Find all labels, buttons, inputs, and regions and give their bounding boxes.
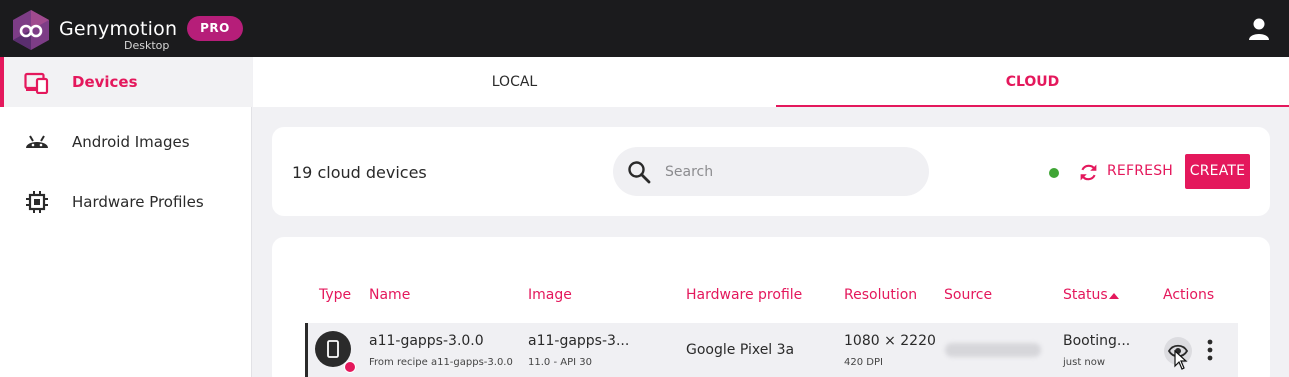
device-status: Booting... [1063, 333, 1131, 349]
brand-subtitle: Desktop [124, 39, 170, 52]
device-dpi: 420 DPI [844, 357, 883, 368]
column-header-status[interactable]: Status [1063, 287, 1108, 303]
devices-icon [24, 72, 49, 94]
tab-local[interactable]: LOCAL [253, 57, 776, 107]
refresh-button[interactable]: REFRESH [1107, 163, 1173, 179]
table-row[interactable]: a11-gapps-3.0.0 From recipe a11-gapps-3.… [305, 323, 1238, 377]
device-recipe: From recipe a11-gapps-3.0.0 [369, 357, 513, 368]
device-name: a11-gapps-3.0.0 [369, 333, 484, 349]
sidebar-item-hardware-profiles[interactable]: Hardware Profiles [0, 177, 252, 227]
devices-table: Type Name Image Hardware profile Resolut… [272, 237, 1270, 377]
user-account-icon[interactable] [1246, 16, 1272, 42]
sidebar-item-devices[interactable]: Devices [0, 57, 252, 107]
shared-badge-icon [344, 361, 356, 373]
mouse-cursor-icon [1174, 350, 1188, 370]
column-header-source[interactable]: Source [944, 287, 992, 303]
device-source-redacted [945, 343, 1041, 357]
device-image: a11-gapps-3... [528, 333, 630, 349]
chip-icon [26, 191, 48, 213]
sidebar-item-label: Hardware Profiles [72, 193, 204, 211]
sidebar: Devices Android Images Hardware Profiles [0, 57, 252, 377]
column-header-actions: Actions [1163, 287, 1215, 303]
pro-badge: PRO [187, 16, 243, 41]
device-status-time: just now [1063, 357, 1106, 368]
column-header-image[interactable]: Image [528, 287, 572, 303]
search-icon [628, 161, 651, 184]
device-count: 19 cloud devices [292, 163, 427, 182]
android-icon [26, 135, 48, 148]
column-header-type[interactable]: Type [319, 287, 351, 303]
device-api: 11.0 - API 30 [528, 357, 592, 368]
create-button[interactable]: CREATE [1185, 154, 1250, 189]
search-input[interactable] [665, 159, 915, 184]
more-options-icon[interactable] [1204, 337, 1216, 363]
refresh-icon[interactable] [1078, 162, 1099, 183]
sidebar-item-android-images[interactable]: Android Images [0, 117, 252, 167]
device-type-icon [315, 331, 356, 373]
sidebar-item-label: Devices [72, 73, 138, 91]
tab-cloud[interactable]: CLOUD [776, 57, 1289, 107]
device-resolution: 1080 × 2220 [844, 333, 936, 349]
sort-ascending-icon [1109, 293, 1119, 299]
search-box[interactable] [613, 147, 929, 196]
phone-icon [327, 340, 339, 358]
genymotion-logo [13, 10, 49, 50]
sidebar-item-label: Android Images [72, 133, 190, 151]
device-tabs: LOCAL CLOUD [253, 57, 1289, 107]
connection-status-dot [1049, 168, 1059, 178]
column-header-name[interactable]: Name [369, 287, 410, 303]
top-bar: Genymotion Desktop PRO [0, 0, 1289, 57]
brand-name: Genymotion [59, 18, 178, 40]
column-header-resolution[interactable]: Resolution [844, 287, 917, 303]
device-hardware-profile: Google Pixel 3a [686, 342, 795, 358]
devices-toolbar: 19 cloud devices REFRESH CREATE [272, 127, 1270, 216]
column-header-hardware-profile[interactable]: Hardware profile [686, 287, 802, 303]
